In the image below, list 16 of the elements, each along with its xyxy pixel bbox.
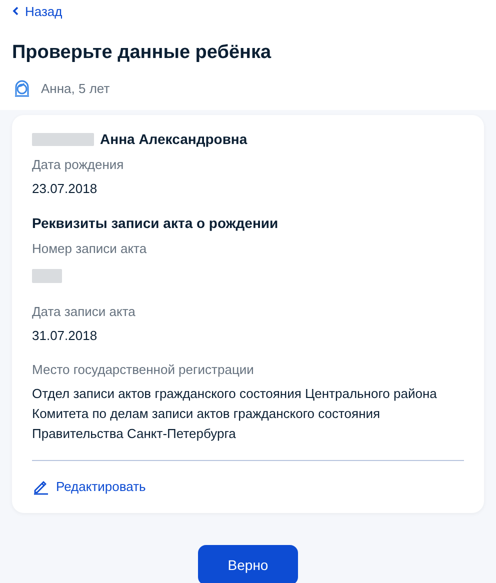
field-value: 31.07.2018	[32, 327, 98, 345]
field-value: 23.07.2018	[32, 180, 98, 198]
child-name: Анна, 5 лет	[41, 80, 110, 96]
edit-link[interactable]: Редактировать	[32, 475, 146, 503]
confirm-button[interactable]: Верно	[198, 545, 298, 583]
child-avatar-icon	[12, 78, 32, 98]
field-value: Отдел записи актов гражданского состояния Центрального района Комитета по делам записи актов гражданского состояния Правительства Санкт-Петербурга	[32, 385, 438, 443]
page-title: Проверьте данные ребёнка	[12, 42, 272, 64]
section-heading: Реквизиты записи акта о рождении	[32, 215, 280, 231]
back-link[interactable]: Назад	[12, 4, 62, 18]
child-full-name: Анна Александровна	[100, 131, 248, 147]
field-label: Дата рождения	[32, 157, 125, 172]
field-label: Дата записи акта	[32, 304, 136, 319]
chevron-left-icon	[12, 6, 19, 16]
field-label: Номер записи акта	[32, 241, 148, 256]
field-label: Место государственной регистрации	[32, 362, 255, 377]
